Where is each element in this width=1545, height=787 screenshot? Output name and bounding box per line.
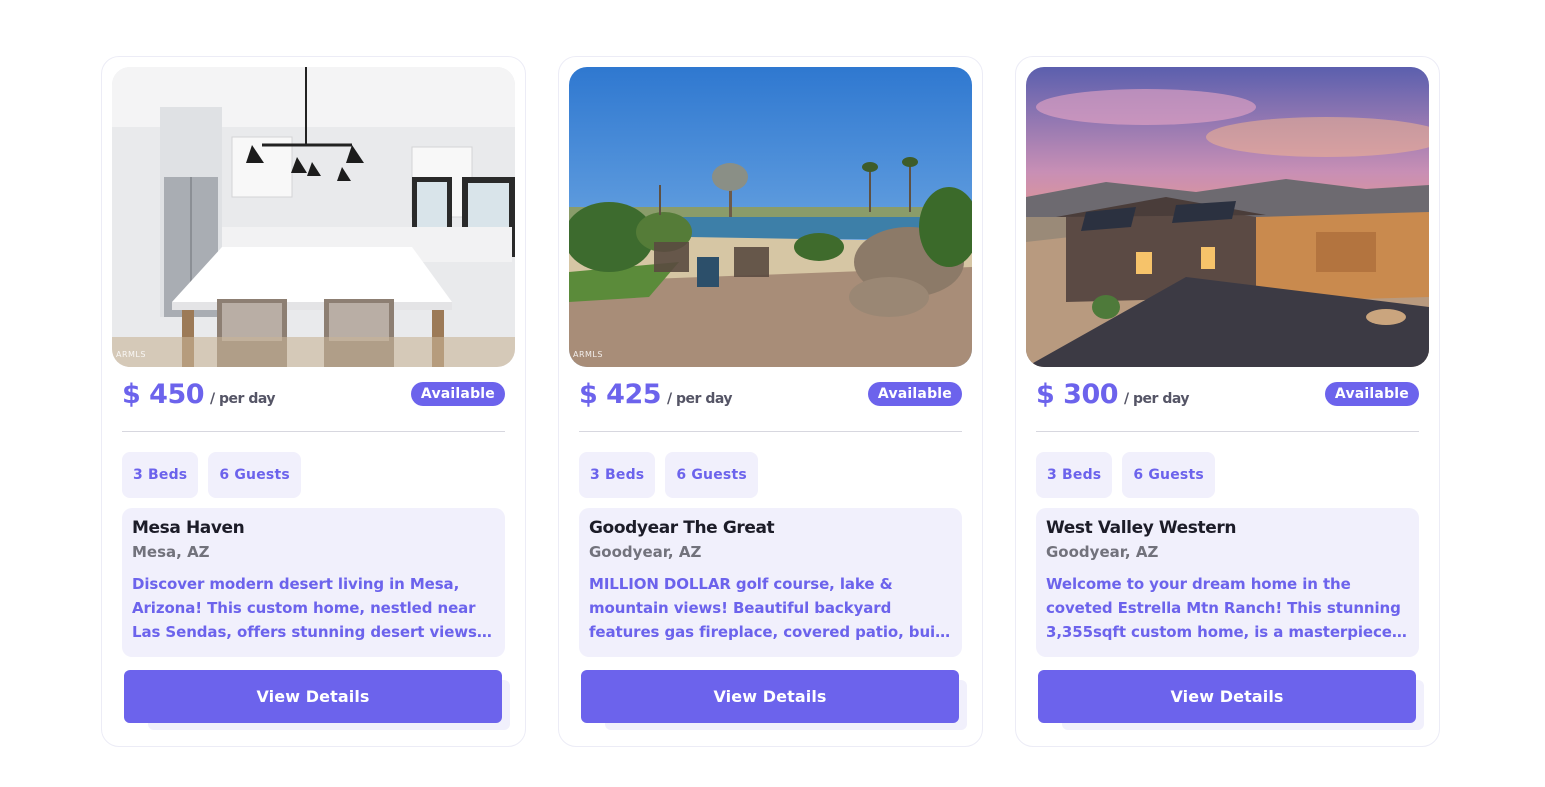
feature-tags: 3 Beds 6 Guests [1026, 432, 1429, 498]
backyard-photo-illustration [569, 67, 972, 367]
beds-tag: 3 Beds [122, 452, 199, 498]
price-unit: / per day [210, 390, 275, 407]
listing-photo[interactable] [1026, 67, 1429, 367]
listing-info: Mesa Haven Mesa, AZ Discover modern dese… [122, 508, 505, 657]
price-unit: / per day [1124, 390, 1189, 407]
listing-location: Mesa, AZ [132, 543, 210, 561]
view-details-button[interactable]: View Details [581, 670, 959, 723]
house-photo-illustration [1026, 67, 1429, 367]
listing-location: Goodyear, AZ [1046, 543, 1159, 561]
kitchen-photo-illustration [112, 67, 515, 367]
status-badge: Available [1324, 382, 1419, 406]
price: $ 425 / per day [579, 379, 732, 410]
button-wrap: View Details [581, 670, 967, 730]
guests-tag: 6 Guests [1122, 452, 1215, 498]
listing-info: West Valley Western Goodyear, AZ Welcome… [1036, 508, 1419, 657]
listing-title: Goodyear The Great [589, 518, 775, 538]
price: $ 450 / per day [122, 379, 275, 410]
listing-description: Welcome to your dream home in the covete… [1046, 575, 1401, 641]
beds-tag: 3 Beds [1036, 452, 1113, 498]
price-row: $ 425 / per day Available [569, 367, 972, 421]
listing-description: MILLION DOLLAR golf course, lake & mount… [589, 575, 948, 641]
price-amount: $ 425 [579, 378, 662, 410]
feature-tags: 3 Beds 6 Guests [569, 432, 972, 498]
price: $ 300 / per day [1036, 379, 1189, 410]
guests-tag: 6 Guests [665, 452, 758, 498]
photo-watermark: ARMLS [116, 350, 146, 359]
view-details-button[interactable]: View Details [1038, 670, 1416, 723]
view-details-button[interactable]: View Details [124, 670, 502, 723]
beds-tag: 3 Beds [579, 452, 656, 498]
listing-description: Discover modern desert living in Mesa, A… [132, 575, 483, 641]
price-row: $ 450 / per day Available [112, 367, 515, 421]
listing-card: ARMLS $ 425 / per day Available 3 Beds 6… [558, 56, 983, 747]
listing-card: $ 300 / per day Available 3 Beds 6 Guest… [1015, 56, 1440, 747]
listing-cards: ARMLS $ 450 / per day Available 3 Beds 6… [101, 56, 1440, 747]
listing-title: Mesa Haven [132, 518, 245, 538]
price-unit: / per day [667, 390, 732, 407]
photo-watermark: ARMLS [573, 350, 603, 359]
feature-tags: 3 Beds 6 Guests [112, 432, 515, 498]
status-badge: Available [410, 382, 505, 406]
listing-card: ARMLS $ 450 / per day Available 3 Beds 6… [101, 56, 526, 747]
listing-photo[interactable]: ARMLS [569, 67, 972, 367]
guests-tag: 6 Guests [208, 452, 301, 498]
price-amount: $ 300 [1036, 378, 1119, 410]
button-wrap: View Details [124, 670, 510, 730]
status-badge: Available [867, 382, 962, 406]
price-amount: $ 450 [122, 378, 205, 410]
listing-title: West Valley Western [1046, 518, 1237, 538]
listing-photo[interactable]: ARMLS [112, 67, 515, 367]
button-wrap: View Details [1038, 670, 1424, 730]
listing-info: Goodyear The Great Goodyear, AZ MILLION … [579, 508, 962, 657]
price-row: $ 300 / per day Available [1026, 367, 1429, 421]
listing-location: Goodyear, AZ [589, 543, 702, 561]
